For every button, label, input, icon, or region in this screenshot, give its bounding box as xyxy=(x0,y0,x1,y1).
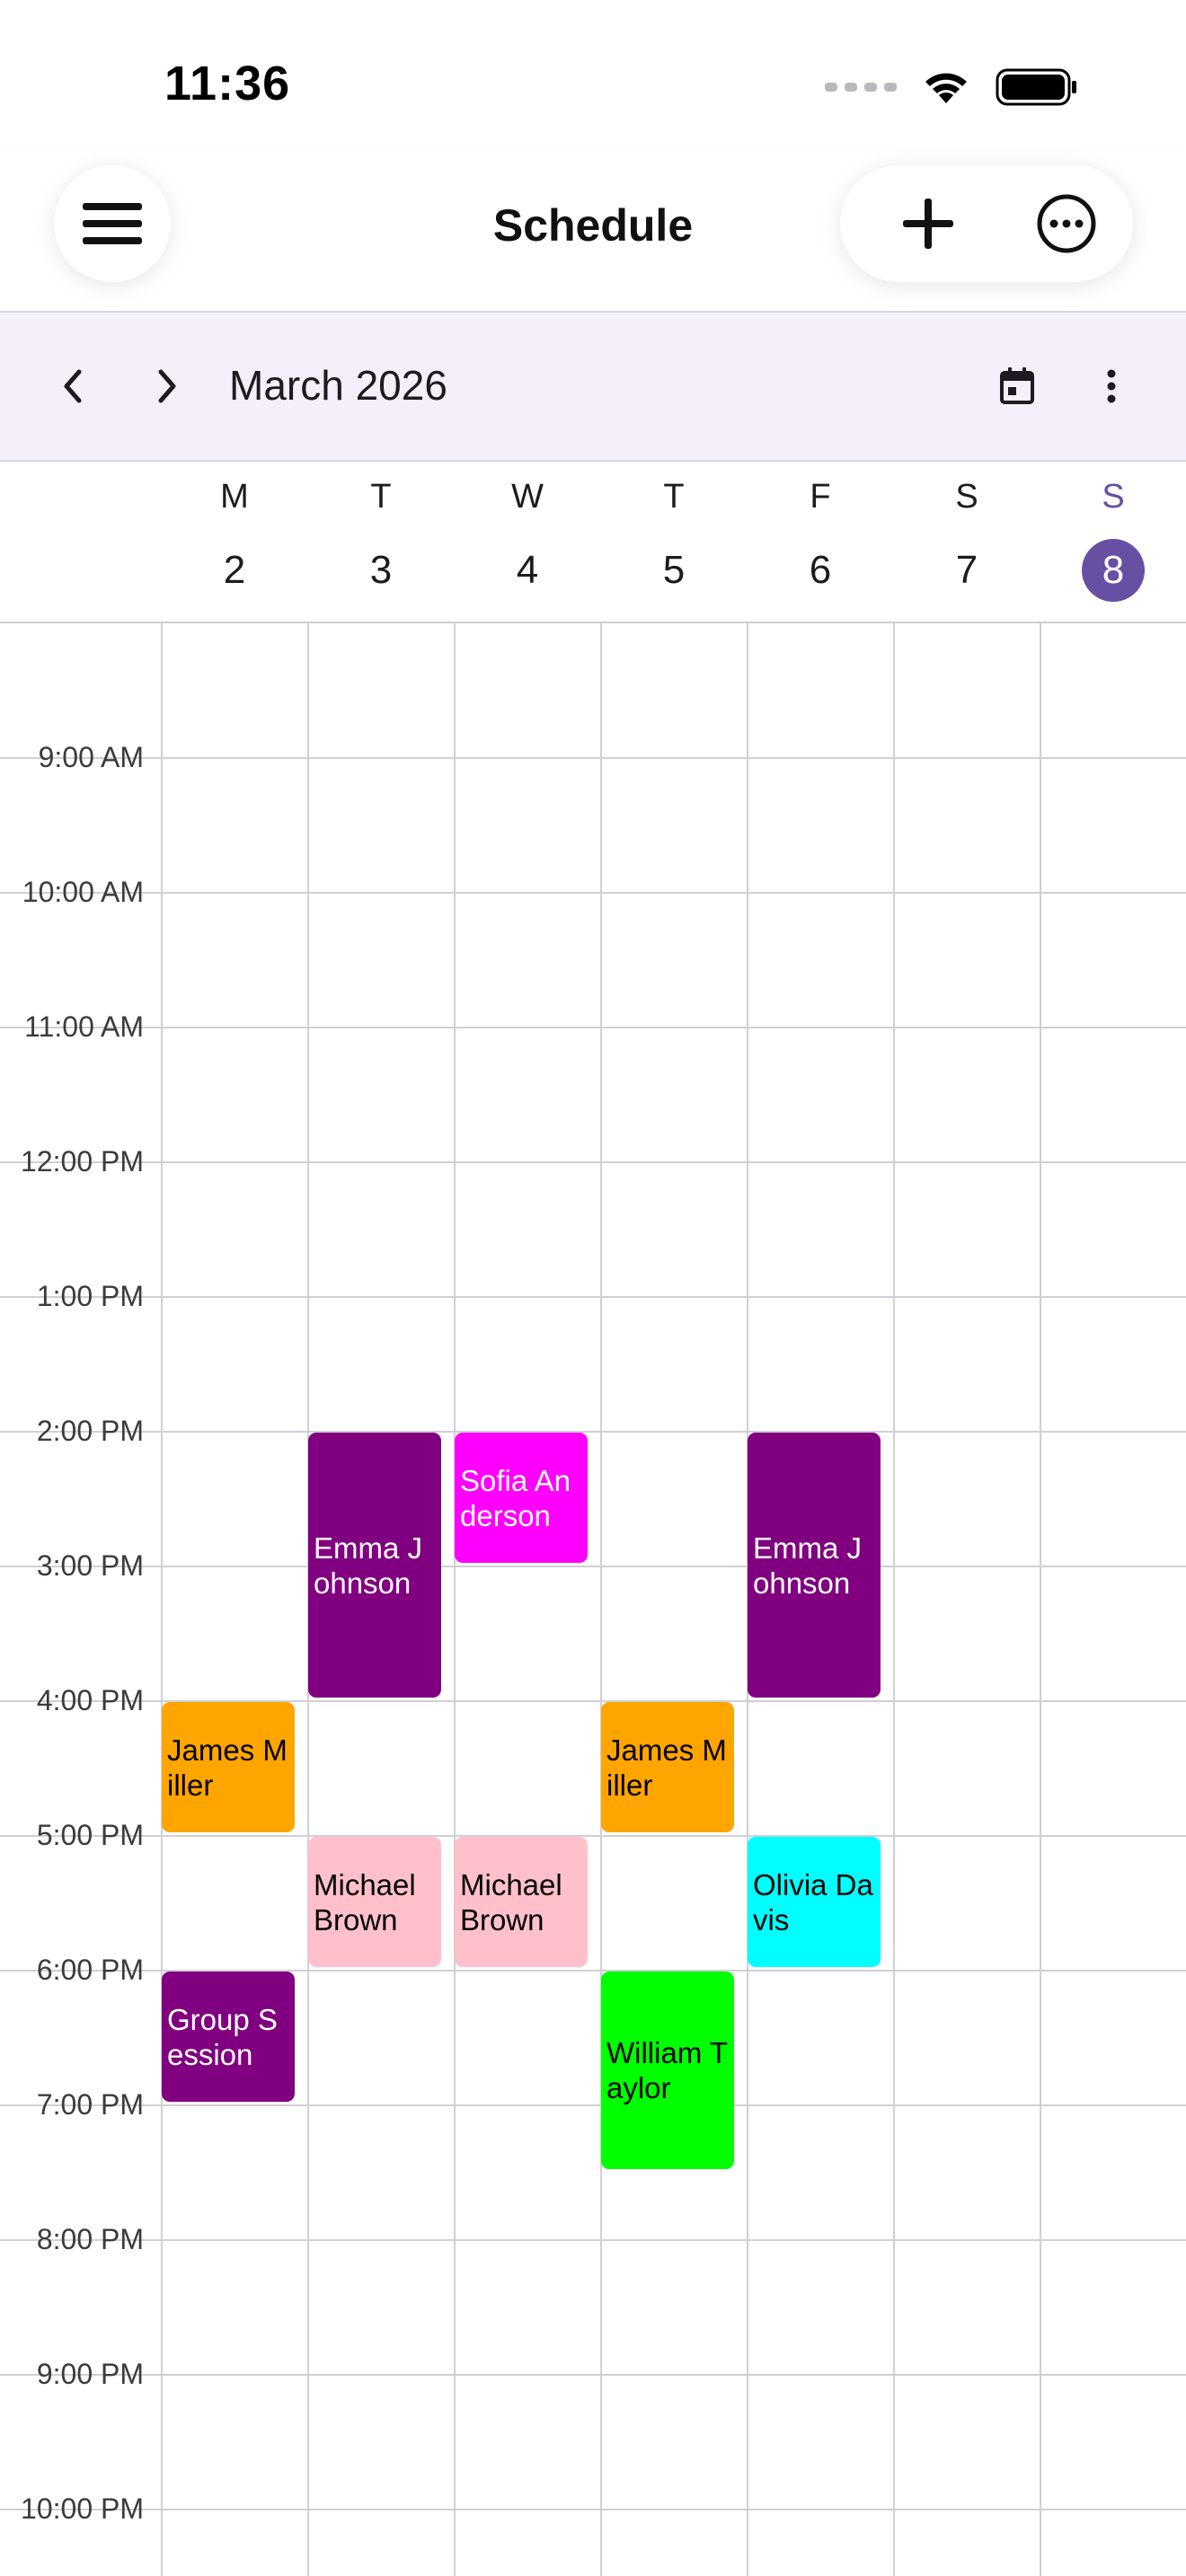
time-label: 6:00 PM xyxy=(36,1954,144,1986)
hour-gridline xyxy=(0,1027,1186,1028)
appointment-event[interactable]: James Miller xyxy=(601,1702,734,1832)
appointment-event[interactable]: James Miller xyxy=(162,1702,295,1832)
appointment-title: Michael Brown xyxy=(460,1867,562,1936)
hour-gridline xyxy=(0,2239,1186,2241)
hour-gridline xyxy=(0,1161,1186,1163)
day-letter: T xyxy=(663,478,685,516)
time-label: 12:00 PM xyxy=(21,1145,144,1178)
time-label: 11:00 AM xyxy=(24,1010,144,1043)
hour-gridline xyxy=(0,2374,1186,2376)
appointment-title: Emma Johnson xyxy=(314,1531,423,1600)
hour-gridline xyxy=(0,2104,1186,2106)
time-label: 3:00 PM xyxy=(36,1549,144,1582)
time-label: 5:00 PM xyxy=(36,1819,144,1851)
grid-column-divider xyxy=(893,623,895,2576)
appointment-event[interactable]: Emma Johnson xyxy=(748,1433,881,1698)
next-week-button[interactable] xyxy=(137,356,198,417)
hour-gridline xyxy=(0,1566,1186,1567)
today-date-badge: 8 xyxy=(1082,539,1145,602)
day-letter: S xyxy=(955,478,978,516)
more-horizontal-circle-icon xyxy=(1037,194,1096,253)
appointment-title: Group Session xyxy=(167,2002,278,2071)
appointment-title: Sofia Anderson xyxy=(460,1463,571,1532)
day-letter: M xyxy=(220,478,249,516)
appointment-title: Emma Johnson xyxy=(753,1531,863,1600)
day-number: 6 xyxy=(809,548,832,592)
hour-gridline xyxy=(0,1431,1186,1433)
day-number: 5 xyxy=(662,548,686,592)
time-label: 9:00 AM xyxy=(38,741,144,773)
appointment-event[interactable]: Group Session xyxy=(162,1972,295,2102)
time-label: 10:00 PM xyxy=(21,2492,144,2525)
today-button[interactable] xyxy=(987,356,1048,417)
time-label: 4:00 PM xyxy=(36,1684,144,1716)
appointment-event[interactable]: Michael Brown xyxy=(455,1837,588,1967)
appointment-event[interactable]: Sofia Anderson xyxy=(455,1433,588,1563)
day-letter: T xyxy=(370,478,392,516)
status-time: 11:36 xyxy=(164,57,291,110)
top-app-bar: Schedule xyxy=(0,153,1186,313)
wifi-icon xyxy=(925,73,967,103)
appointment-event[interactable]: Olivia Davis xyxy=(748,1837,881,1967)
action-button-group xyxy=(840,165,1133,282)
month-label[interactable]: March 2026 xyxy=(229,361,447,410)
appointment-event[interactable]: William Taylor xyxy=(601,1972,734,2169)
hour-gridline xyxy=(0,1835,1186,1837)
grid-column-divider xyxy=(600,623,602,2576)
day-number: 7 xyxy=(955,548,978,592)
previous-week-button[interactable] xyxy=(42,356,103,417)
more-vertical-icon xyxy=(1107,369,1116,403)
time-label: 1:00 PM xyxy=(36,1280,144,1312)
appointment-title: James Miller xyxy=(167,1733,288,1802)
grid-column-divider xyxy=(1040,623,1041,2576)
appointment-title: Olivia Davis xyxy=(753,1867,873,1936)
time-label: 9:00 PM xyxy=(36,2358,144,2390)
day-number: 4 xyxy=(516,548,539,592)
appointment-event[interactable]: Emma Johnson xyxy=(308,1433,441,1698)
week-day-header: M 2 T 3 W 4 T 5 F 6 S 7 S 8 xyxy=(0,462,1186,623)
calendar-options-button[interactable] xyxy=(1081,356,1142,417)
appointment-title: Michael Brown xyxy=(314,1867,416,1936)
hour-gridline xyxy=(0,1296,1186,1298)
hour-gridline xyxy=(0,757,1186,759)
day-letter: W xyxy=(511,478,544,516)
cellular-signal-icon xyxy=(825,83,897,92)
more-options-button[interactable] xyxy=(1008,165,1125,282)
hour-gridline xyxy=(0,2509,1186,2510)
battery-icon xyxy=(996,68,1076,106)
day-letter: F xyxy=(810,478,831,516)
status-icons xyxy=(825,65,1078,110)
plus-icon xyxy=(903,198,953,249)
time-label: 8:00 PM xyxy=(36,2223,144,2255)
grid-column-divider xyxy=(161,623,163,2576)
hour-gridline xyxy=(0,892,1186,894)
calendar-today-icon xyxy=(1000,367,1034,404)
calendar-header: March 2026 xyxy=(0,313,1186,462)
day-number: 2 xyxy=(223,548,246,592)
day-number: 3 xyxy=(369,548,393,592)
appointment-title: William Taylor xyxy=(606,2036,729,2104)
day-letter: S xyxy=(1102,478,1125,516)
appointment-event[interactable]: Michael Brown xyxy=(308,1837,441,1967)
appointment-title: James Miller xyxy=(606,1733,727,1802)
week-time-grid[interactable]: 9:00 AM 10:00 AM 11:00 AM 12:00 PM 1:00 PM 2:… xyxy=(0,623,1186,2576)
grid-column-divider xyxy=(454,623,456,2576)
add-button[interactable] xyxy=(870,165,987,282)
time-label: 7:00 PM xyxy=(36,2088,144,2121)
time-label: 10:00 AM xyxy=(22,876,144,908)
chevron-left-icon xyxy=(64,369,82,403)
chevron-right-icon xyxy=(158,369,176,403)
status-bar: 11:36 xyxy=(0,0,1186,153)
time-label: 2:00 PM xyxy=(36,1415,144,1447)
